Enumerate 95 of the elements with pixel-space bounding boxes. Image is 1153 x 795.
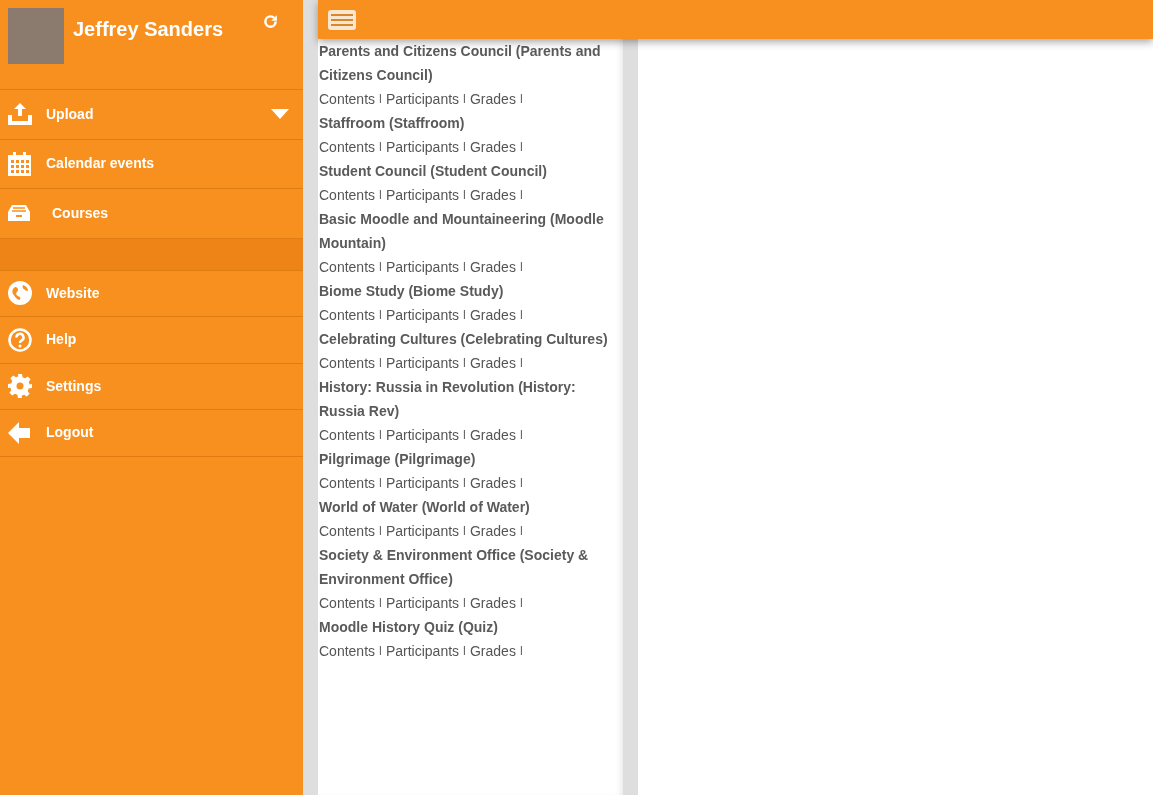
course-title: Student Council (Student Council) (319, 162, 548, 181)
course-title: Parents and Citizens Council (Parents and Citizens Council) (319, 42, 602, 85)
tray-icon (8, 205, 30, 222)
course-link[interactable]: Participants (385, 255, 460, 279)
link-separator: l (379, 306, 382, 324)
menu-label: Website (46, 283, 100, 303)
menu-label: Upload (46, 104, 94, 124)
course-link[interactable]: Participants (385, 591, 460, 615)
link-separator: l (463, 594, 466, 612)
link-separator: l (379, 522, 382, 540)
course-link[interactable]: Grades (470, 135, 516, 159)
link-separator: l (379, 258, 382, 276)
help-icon (8, 327, 32, 352)
caret-icon[interactable] (271, 109, 289, 120)
link-separator: l (463, 354, 466, 372)
course-link[interactable]: Contents (319, 255, 376, 279)
menu-label: Calendar events (46, 154, 155, 174)
link-separator: l (379, 90, 382, 108)
course-title: Moodle History Quiz (Quiz) (319, 618, 499, 637)
course-link[interactable]: Participants (385, 519, 460, 543)
link-separator: l (519, 522, 523, 540)
course-link[interactable]: Participants (385, 471, 460, 495)
course-link[interactable]: Grades (470, 351, 516, 375)
course-title: Biome Study (Biome Study) (319, 282, 505, 301)
link-separator: l (519, 306, 523, 324)
menu-label: Logout (46, 423, 94, 443)
link-separator: l (519, 474, 523, 492)
course-link[interactable]: Contents (319, 423, 376, 447)
link-separator: l (519, 258, 523, 276)
link-separator: l (379, 594, 382, 612)
user-name: Jeffrey Sanders (73, 17, 224, 42)
link-separator: l (463, 258, 466, 276)
menu-label: Settings (46, 376, 102, 396)
link-separator: l (379, 474, 382, 492)
back-arrow-icon (8, 421, 30, 444)
course-link[interactable]: Participants (385, 183, 460, 207)
course-link[interactable]: Participants (385, 87, 460, 111)
link-separator: l (379, 138, 382, 156)
course-link[interactable]: Contents (319, 303, 376, 327)
course-title: Society & Environment Office (Society & Environment Office) (319, 546, 590, 589)
course-link[interactable]: Grades (470, 87, 516, 111)
course-link[interactable]: Participants (385, 639, 460, 663)
link-separator: l (519, 642, 523, 660)
link-separator: l (463, 642, 466, 660)
course-title: Basic Moodle and Mountaineering (Moodle Mountain) (319, 210, 605, 253)
link-separator: l (463, 90, 466, 108)
link-separator: l (379, 354, 382, 372)
link-separator: l (519, 594, 523, 612)
link-separator: l (463, 138, 466, 156)
course-title: History: Russia in Revolution (History: Russia Rev) (319, 378, 577, 421)
link-separator: l (519, 354, 523, 372)
course-link[interactable]: Grades (470, 255, 516, 279)
course-title: World of Water (World of Water) (319, 498, 531, 517)
course-link[interactable]: Contents (319, 87, 376, 111)
course-link[interactable]: Contents (319, 591, 376, 615)
link-separator: l (519, 426, 523, 444)
course-link[interactable]: Contents (319, 471, 376, 495)
course-link[interactable]: Contents (319, 183, 376, 207)
link-separator: l (519, 90, 523, 108)
course-link[interactable]: Grades (470, 591, 516, 615)
menu-label: Help (46, 330, 77, 350)
course-link[interactable]: Grades (470, 303, 516, 327)
course-link[interactable]: Grades (470, 471, 516, 495)
link-separator: l (463, 522, 466, 540)
course-link[interactable]: Contents (319, 351, 376, 375)
course-link[interactable]: Grades (470, 183, 516, 207)
course-link[interactable]: Grades (470, 639, 516, 663)
link-separator: l (463, 426, 466, 444)
course-link[interactable]: Participants (385, 303, 460, 327)
upload-icon (8, 103, 32, 126)
link-separator: l (379, 642, 382, 660)
course-link[interactable]: Participants (385, 423, 460, 447)
link-separator: l (463, 306, 466, 324)
link-separator: l (519, 138, 523, 156)
link-separator: l (463, 474, 466, 492)
course-title: Staffroom (Staffroom) (319, 114, 466, 133)
settings-icon (8, 374, 32, 399)
menu-label: Courses (52, 203, 109, 223)
course-link[interactable]: Grades (470, 423, 516, 447)
link-separator: l (379, 186, 382, 204)
menu-button[interactable] (328, 9, 356, 30)
course-link[interactable]: Participants (385, 351, 460, 375)
course-link[interactable]: Grades (470, 519, 516, 543)
course-link[interactable]: Contents (319, 519, 376, 543)
link-separator: l (519, 186, 523, 204)
course-title: Pilgrimage (Pilgrimage) (319, 450, 477, 469)
course-link[interactable]: Contents (319, 135, 376, 159)
avatar-placeholder (8, 8, 64, 64)
course-title: Celebrating Cultures (Celebrating Cultures) (319, 330, 609, 349)
link-separator: l (379, 426, 382, 444)
course-link[interactable]: Contents (319, 639, 376, 663)
calendar-icon (8, 151, 31, 176)
link-separator: l (463, 186, 466, 204)
course-link[interactable]: Participants (385, 135, 460, 159)
refresh-icon[interactable] (262, 13, 279, 30)
